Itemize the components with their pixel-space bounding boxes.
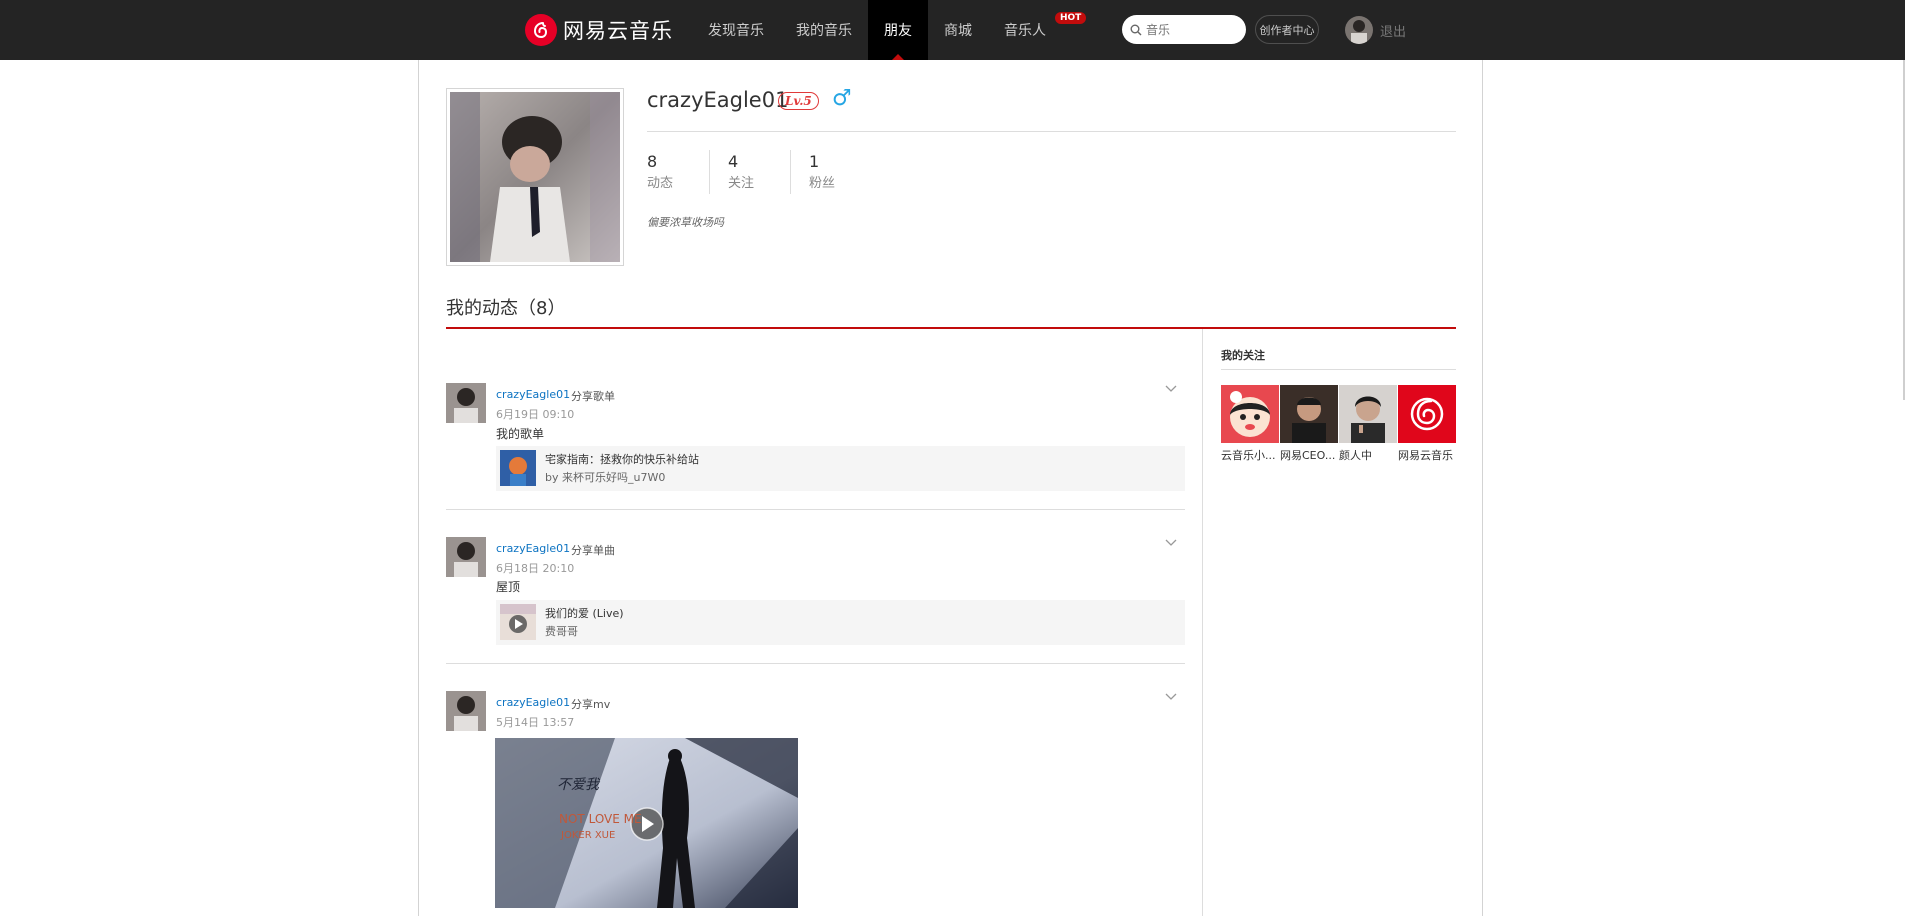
following-name[interactable]: 网易CEO... <box>1280 447 1338 463</box>
stat-followers[interactable]: 1 粉丝 <box>809 150 871 194</box>
chevron-down-icon[interactable] <box>1165 382 1177 396</box>
feed-action: 分享单曲 <box>571 544 615 557</box>
feed-title: 我的动态（8） <box>446 298 566 319</box>
main-nav: 发现音乐 我的音乐 朋友 商城 音乐人 <box>692 0 1062 60</box>
stat-following[interactable]: 4 关注 <box>728 150 792 194</box>
user-avatar[interactable] <box>1345 16 1373 44</box>
search-icon <box>1130 24 1142 35</box>
logout-link[interactable]: 退出 <box>1380 21 1406 40</box>
playlist-creator: by 来杯可乐好吗_u7W0 <box>545 471 666 484</box>
shared-playlist-card[interactable]: 宅家指南：拯救你的快乐补给站 by 来杯可乐好吗_u7W0 <box>496 446 1185 491</box>
profile-divider <box>647 131 1456 132</box>
feed-text: 我的歌单 <box>496 427 545 441</box>
mv-title-text: 不爱我 <box>557 777 599 793</box>
profile-bio: 偏要浓草收场吗 <box>647 216 724 229</box>
feed-time: 5月14日 13:57 <box>496 716 575 729</box>
stat-value: 8 <box>647 152 658 171</box>
following-item[interactable]: 网易云音乐 <box>1398 385 1456 463</box>
nav-musician[interactable]: 音乐人 <box>988 0 1062 60</box>
song-title[interactable]: 我们的爱 (Live) <box>545 605 624 621</box>
mv-artist-text: JOKER XUE <box>561 830 616 841</box>
following-item[interactable]: 颜人中 <box>1339 385 1397 463</box>
playlist-cover <box>500 450 536 486</box>
chevron-down-icon[interactable] <box>1165 690 1177 704</box>
profile-username: crazyEagle01 <box>647 88 789 112</box>
following-divider <box>1221 369 1456 370</box>
profile-avatar <box>446 88 624 266</box>
stat-events[interactable]: 8 动态 <box>647 150 711 194</box>
stat-label: 关注 <box>728 176 755 191</box>
hot-badge: HOT <box>1055 12 1087 24</box>
stat-value: 1 <box>809 152 820 171</box>
nav-my-music[interactable]: 我的音乐 <box>780 0 868 60</box>
nav-friends[interactable]: 朋友 <box>868 0 928 60</box>
following-title: 我的关注 <box>1221 349 1265 362</box>
playlist-title[interactable]: 宅家指南：拯救你的快乐补给站 <box>545 451 699 467</box>
search-box[interactable] <box>1122 15 1246 44</box>
following-avatar[interactable] <box>1221 385 1279 443</box>
profile-stats: 8 动态 4 关注 1 粉丝 <box>647 150 889 194</box>
following-name[interactable]: 颜人中 <box>1339 447 1397 463</box>
feed-avatar[interactable] <box>446 691 486 731</box>
logo-text: 网易云音乐 <box>563 19 673 43</box>
following-item[interactable]: 网易CEO... <box>1280 385 1338 463</box>
netease-logo-icon <box>525 14 557 46</box>
top-navigation-bar: 网易云音乐 发现音乐 我的音乐 朋友 商城 音乐人 HOT 创作者中心 退出 <box>0 0 1905 60</box>
shared-song-card[interactable]: 我们的爱 (Live) 费哥哥 <box>496 600 1185 645</box>
mv-subtitle-text: NOT LOVE ME <box>559 812 642 826</box>
feed-action: 分享mv <box>571 698 611 711</box>
following-avatar[interactable] <box>1280 385 1338 443</box>
stat-label: 粉丝 <box>809 176 836 191</box>
following-name[interactable]: 网易云音乐 <box>1398 447 1456 463</box>
feed-username[interactable]: crazyEagle01 <box>496 542 570 555</box>
column-divider <box>1202 329 1203 916</box>
following-avatar[interactable] <box>1339 385 1397 443</box>
nav-store[interactable]: 商城 <box>928 0 988 60</box>
song-artist[interactable]: 费哥哥 <box>545 623 578 639</box>
feed-divider <box>446 509 1185 510</box>
following-avatar[interactable] <box>1398 385 1456 443</box>
song-cover[interactable] <box>500 604 536 640</box>
stat-value: 4 <box>728 152 739 171</box>
feed-username[interactable]: crazyEagle01 <box>496 388 570 401</box>
feed-avatar[interactable] <box>446 383 486 423</box>
male-gender-icon: ♂ <box>832 86 852 111</box>
feed-time: 6月18日 20:10 <box>496 562 575 575</box>
netease-logo[interactable]: 网易云音乐 <box>525 13 673 47</box>
following-name[interactable]: 云音乐小... <box>1221 447 1279 463</box>
feed-text: 屋顶 <box>496 580 521 594</box>
level-badge: Lv.5 <box>778 92 819 110</box>
creator-center-button[interactable]: 创作者中心 <box>1255 15 1319 44</box>
search-input[interactable] <box>1146 22 1236 37</box>
feed-time: 6月19日 09:10 <box>496 408 575 421</box>
following-item[interactable]: 云音乐小... <box>1221 385 1279 463</box>
chevron-down-icon[interactable] <box>1165 536 1177 550</box>
nav-discover-music[interactable]: 发现音乐 <box>692 0 780 60</box>
feed-action: 分享歌单 <box>571 390 615 403</box>
mv-thumbnail[interactable]: 不爱我 NOT LOVE ME JOKER XUE <box>495 738 798 908</box>
feed-avatar[interactable] <box>446 537 486 577</box>
section-divider <box>446 327 1456 329</box>
feed-divider <box>446 663 1185 664</box>
feed-username[interactable]: crazyEagle01 <box>496 696 570 709</box>
stat-label: 动态 <box>647 176 674 191</box>
